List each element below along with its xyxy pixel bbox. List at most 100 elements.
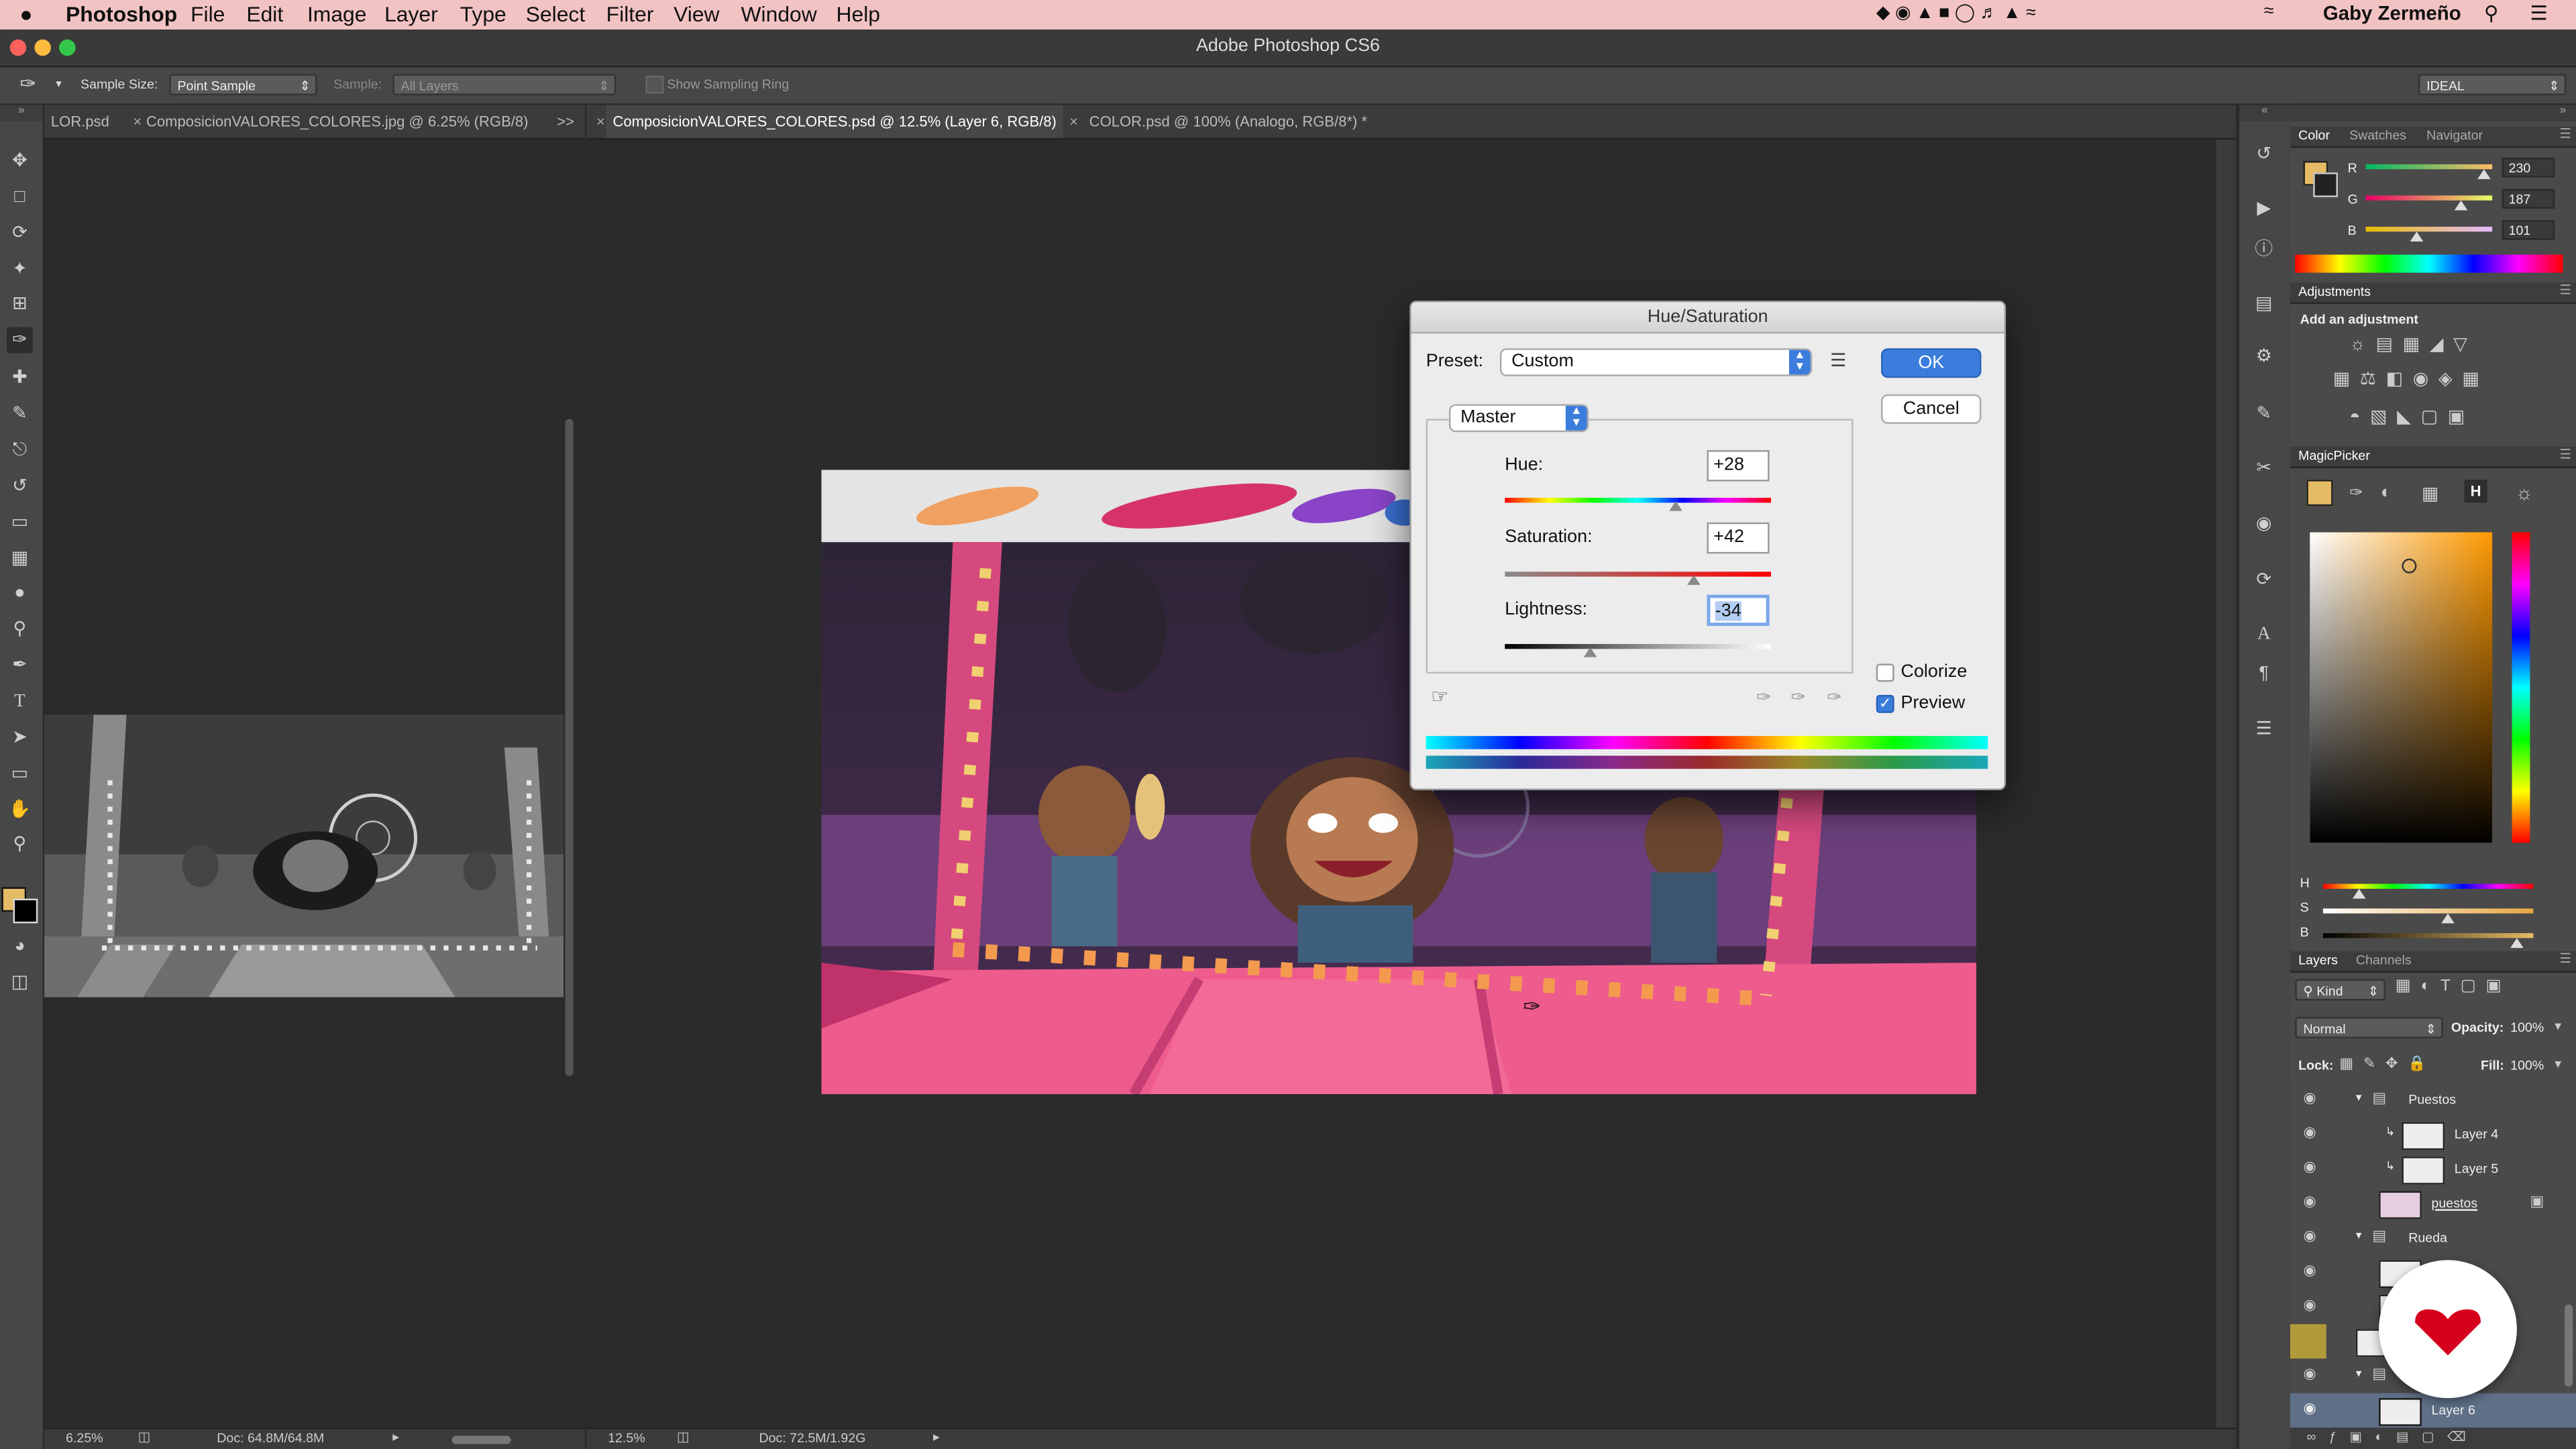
panels-collapse-icon[interactable]: » xyxy=(2290,105,2576,122)
visibility-eye-icon[interactable]: ◉ xyxy=(2303,1400,2316,1418)
brush-panel-icon[interactable]: ✎ xyxy=(2251,401,2277,427)
layer-filter-icons[interactable]: ▦◐T▢▣ xyxy=(2396,977,2567,996)
g-slider-thumb[interactable] xyxy=(2454,200,2468,211)
eyedropper-icon[interactable]: ✑ xyxy=(19,72,36,95)
crop-tool-icon[interactable]: ⊞ xyxy=(7,290,33,317)
tab-composicion-jpg[interactable]: ComposicionVALORES_COLORES.jpg @ 6.25% (… xyxy=(140,105,535,138)
visibility-eye-icon[interactable]: ◉ xyxy=(2303,1227,2316,1245)
hue-value-field[interactable]: +28 xyxy=(1707,450,1770,482)
magicpicker-eyedropper-icon[interactable]: ✑ xyxy=(2349,484,2363,502)
visibility-eye-icon[interactable]: ◉ xyxy=(2303,1159,2316,1177)
pen-tool-icon[interactable]: ✒ xyxy=(7,652,33,678)
menu-image[interactable]: Image xyxy=(307,1,367,26)
color-spectrum-ramp[interactable] xyxy=(2295,254,2563,273)
hue-slider[interactable] xyxy=(1505,498,1772,503)
targeted-adjustment-hand-icon[interactable]: ☞ xyxy=(1431,685,1448,708)
panel-menu-icon[interactable]: ☰ xyxy=(2560,447,2572,462)
expand-arrow-icon[interactable]: ▾ xyxy=(2356,1091,2362,1104)
tab-swatches[interactable]: Swatches xyxy=(2349,128,2406,143)
sample-select[interactable]: All Layers ⇕ xyxy=(392,74,616,96)
zoom-tool-icon[interactable]: ⚲ xyxy=(7,831,33,857)
layer-row-puestos[interactable]: ◉ puestos ▣ xyxy=(2290,1186,2576,1223)
clone-source-panel-icon[interactable]: ✂ xyxy=(2251,455,2277,481)
hue-strip[interactable] xyxy=(2512,532,2530,843)
lock-icons[interactable]: ▦✎✥🔒 xyxy=(2339,1055,2451,1073)
r-slider[interactable] xyxy=(2365,164,2493,170)
gradient-tool-icon[interactable]: ▦ xyxy=(7,545,33,572)
screen-mode-icon[interactable]: ◫ xyxy=(7,969,33,996)
layer-name[interactable]: Layer 5 xyxy=(2455,1161,2498,1176)
right-zoom-level[interactable]: 12.5% xyxy=(608,1431,645,1446)
preview-checkbox[interactable]: ✓ xyxy=(1876,694,1894,713)
background-color-swatch[interactable] xyxy=(13,898,38,924)
preset-options-icon[interactable]: ☰ xyxy=(1830,350,1846,371)
tool-preset-arrow-icon[interactable]: ▾ xyxy=(56,77,62,91)
menu-view[interactable]: View xyxy=(674,1,719,26)
actions-panel-icon[interactable]: ▶ xyxy=(2251,195,2277,221)
type-tool-icon[interactable]: T xyxy=(7,688,33,714)
panel-menu-icon[interactable]: ☰ xyxy=(2560,282,2572,297)
app-menu[interactable]: Photoshop xyxy=(66,1,177,26)
expand-arrow-icon[interactable]: ▾ xyxy=(2356,1229,2362,1242)
h-slider-thumb[interactable] xyxy=(2352,888,2366,899)
layer-name[interactable]: Rueda xyxy=(2408,1230,2447,1245)
eyedropper-icon[interactable]: ✑ xyxy=(1756,687,1772,708)
layer-name[interactable]: Layer 6 xyxy=(2432,1403,2475,1417)
tab-layers[interactable]: Layers xyxy=(2298,953,2338,967)
close-tab-icon[interactable]: × xyxy=(1063,105,1085,138)
ok-button[interactable]: OK xyxy=(1881,348,1982,378)
history-brush-tool-icon[interactable]: ↺ xyxy=(7,473,33,499)
menu-help[interactable]: Help xyxy=(837,1,881,26)
right-status-menu-arrow-icon[interactable]: ▸ xyxy=(933,1430,940,1444)
fill-value[interactable]: 100% xyxy=(2510,1058,2544,1073)
quick-mask-icon[interactable]: ◕ xyxy=(7,933,33,959)
opacity-stepper-icon[interactable]: ▾ xyxy=(2555,1018,2561,1033)
move-tool-icon[interactable]: ✥ xyxy=(7,148,33,174)
tab-composicion-psd[interactable]: ComposicionVALORES_COLORES.psd @ 12.5% (… xyxy=(606,105,1063,138)
tools-collapse-icon[interactable]: » xyxy=(0,105,43,122)
visibility-eye-icon[interactable]: ◉ xyxy=(2303,1193,2316,1211)
visibility-eye-icon[interactable]: ◉ xyxy=(2303,1124,2316,1142)
more-tabs-icon[interactable]: >> xyxy=(550,105,580,138)
adjustment-icons-row-2[interactable]: ▦⚖◧◉◈▦ xyxy=(2333,368,2563,389)
menu-edit[interactable]: Edit xyxy=(246,1,283,26)
notification-center-icon[interactable]: ☰ xyxy=(2530,1,2547,24)
layer-name[interactable]: Puestos xyxy=(2408,1093,2456,1108)
healing-brush-tool-icon[interactable]: ✚ xyxy=(7,365,33,391)
eraser-tool-icon[interactable]: ▭ xyxy=(7,509,33,535)
layer-name[interactable]: Layer 4 xyxy=(2455,1127,2498,1142)
apple-icon[interactable]: ● xyxy=(19,1,32,26)
magicpicker-foreground-swatch[interactable] xyxy=(2306,480,2333,506)
visibility-eye-icon[interactable]: ◉ xyxy=(2303,1089,2316,1108)
r-slider-thumb[interactable] xyxy=(2477,169,2491,179)
eyedropper-tool-icon[interactable]: ✑ xyxy=(6,327,33,354)
magicpicker-settings-icon[interactable]: ☼ xyxy=(2515,482,2533,504)
adjustment-icons-row-3[interactable]: ◓▧◣▢▣ xyxy=(2349,406,2563,427)
panel-menu-icon[interactable]: ☰ xyxy=(2560,951,2572,966)
layer-filter-kind-select[interactable]: ⚲ Kind ⇕ xyxy=(2295,979,2385,1001)
sample-size-select[interactable]: Point Sample ⇕ xyxy=(169,74,317,96)
menu-window[interactable]: Window xyxy=(741,1,816,26)
lightness-slider[interactable] xyxy=(1505,644,1772,649)
lightness-value-field[interactable]: -34 xyxy=(1707,594,1770,627)
menu-file[interactable]: File xyxy=(191,1,225,26)
path-selection-tool-icon[interactable]: ➤ xyxy=(7,724,33,751)
expand-arrow-icon[interactable]: ▾ xyxy=(2356,1367,2362,1380)
colorize-checkbox[interactable] xyxy=(1876,663,1894,682)
right-canvas-scrollbar[interactable] xyxy=(2216,140,2237,1428)
tab-color[interactable]: Color xyxy=(2298,128,2330,143)
hue-slider-thumb[interactable] xyxy=(1669,500,1682,511)
hue-mode-button[interactable]: H xyxy=(2464,480,2487,503)
subtract-from-sample-eyedropper-icon[interactable]: ✑ xyxy=(1827,687,1842,708)
b-slider-thumb[interactable] xyxy=(2410,231,2424,242)
blur-tool-icon[interactable]: ● xyxy=(7,580,33,606)
tab-color-psd[interactable]: LOR.psd xyxy=(44,105,116,138)
color-wheel-icon[interactable]: ◐ xyxy=(2381,483,2392,502)
tool-presets-panel-icon[interactable]: ⚙ xyxy=(2251,343,2277,370)
left-zoom-level[interactable]: 6.25% xyxy=(66,1431,103,1446)
channel-select[interactable]: Master ▲ ▼ xyxy=(1449,404,1589,433)
history-panel-icon[interactable]: ↺ xyxy=(2251,142,2277,168)
kuler-panel-icon[interactable]: ◉ xyxy=(2251,511,2277,537)
r-value-field[interactable]: 230 xyxy=(2502,158,2555,178)
layer-row-layer-6-selected[interactable]: ◉ Layer 6 xyxy=(2290,1393,2576,1430)
